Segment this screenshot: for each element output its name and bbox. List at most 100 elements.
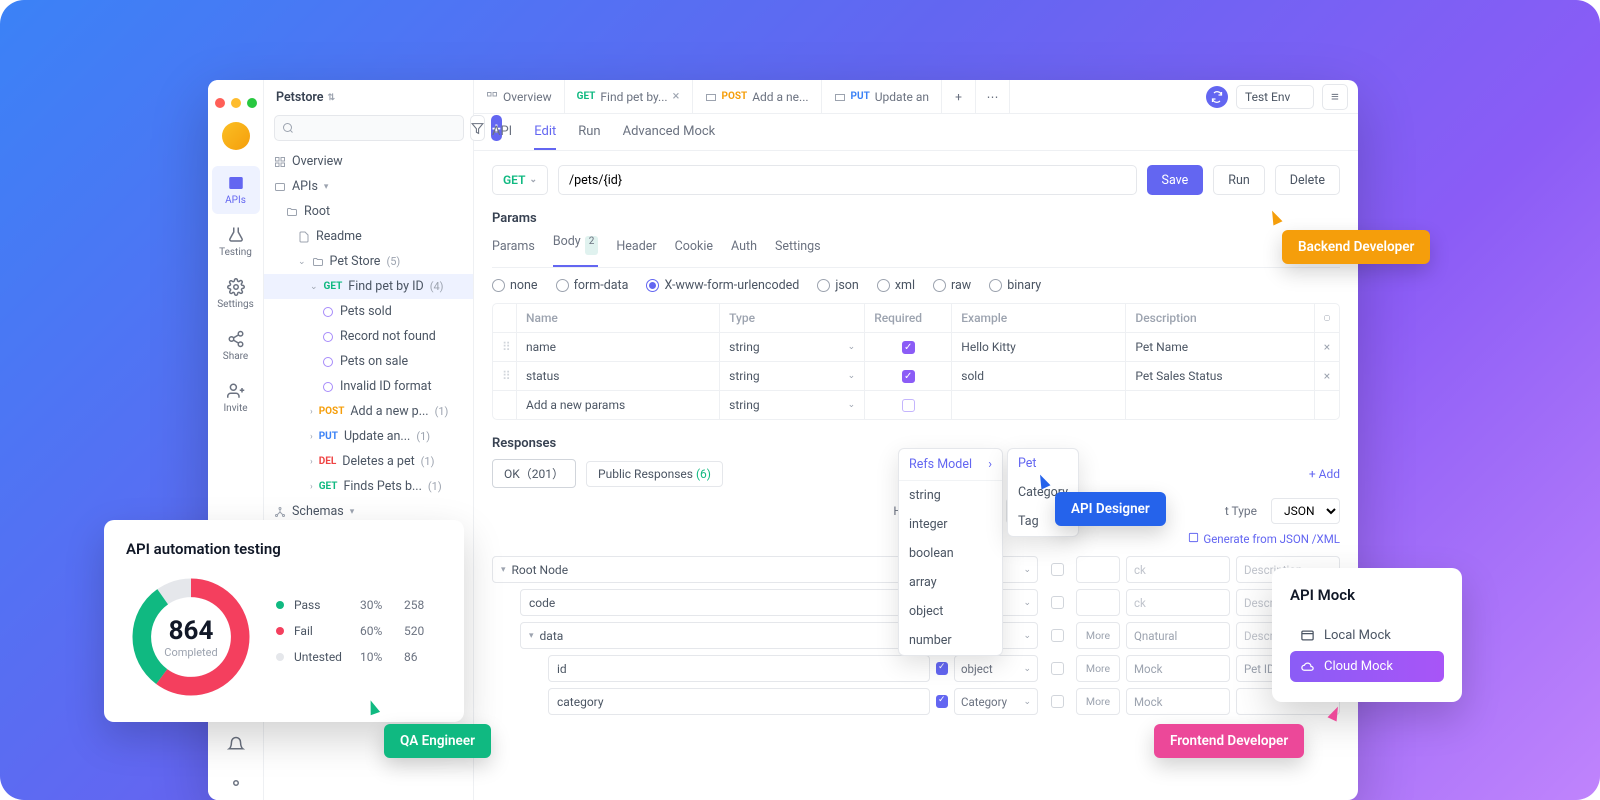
cell-name[interactable]: status <box>517 362 720 390</box>
cell-name[interactable]: name <box>517 333 720 361</box>
rail-testing[interactable]: Testing <box>212 218 260 266</box>
rail-settings[interactable]: Settings <box>212 270 260 318</box>
required-checkbox[interactable] <box>902 399 915 412</box>
type-option[interactable]: object <box>899 597 1002 626</box>
more-button[interactable]: More <box>1076 655 1120 682</box>
type-select[interactable]: Category⌄ <box>954 688 1038 715</box>
cell-example[interactable]: Hello Kitty <box>952 333 1126 361</box>
close-icon[interactable]: × <box>673 89 680 104</box>
nullable-checkbox[interactable] <box>1051 629 1064 642</box>
tree-apis[interactable]: APIs▾ <box>264 174 473 199</box>
drag-handle[interactable]: ⠿ <box>493 333 517 361</box>
subnav-edit[interactable]: Edit <box>534 124 556 150</box>
radio-form[interactable]: form-data <box>556 278 629 293</box>
close-icon[interactable] <box>215 98 225 108</box>
ptab-header[interactable]: Header <box>616 234 656 267</box>
more-button[interactable]: More <box>1076 622 1120 649</box>
radio-raw[interactable]: raw <box>933 278 971 293</box>
tree-item[interactable]: Pets on sale <box>264 349 473 374</box>
ptab-settings[interactable]: Settings <box>775 234 821 267</box>
required-checkbox[interactable] <box>936 695 948 708</box>
tree-item[interactable]: Record not found <box>264 324 473 349</box>
nullable-checkbox[interactable] <box>1051 662 1064 675</box>
more-tabs-button[interactable]: ⋯ <box>976 80 1010 113</box>
type-select[interactable]: object⌄ <box>954 655 1038 682</box>
remove-row[interactable]: × <box>1315 333 1339 361</box>
schema-name[interactable]: id <box>548 655 930 682</box>
mock-input[interactable]: ck <box>1126 589 1230 616</box>
rail-notifications[interactable] <box>212 728 260 762</box>
ptab-body[interactable]: Body2 <box>553 234 599 267</box>
required-checkbox[interactable] <box>936 662 948 675</box>
response-tab-ok[interactable]: OK（201） <box>492 459 576 488</box>
cell-example[interactable]: sold <box>952 362 1126 390</box>
add-param-input[interactable]: Add a new params <box>517 391 720 419</box>
cell-type[interactable]: string⌄ <box>720 362 865 390</box>
mock-input[interactable]: Mock <box>1126 688 1230 715</box>
run-button[interactable]: Run <box>1213 165 1265 195</box>
ptab-cookie[interactable]: Cookie <box>675 234 713 267</box>
rail-prefs[interactable] <box>212 766 260 800</box>
response-tab-public[interactable]: Public Responses (6) <box>586 461 723 487</box>
rail-share[interactable]: Share <box>212 322 260 370</box>
mock-cloud[interactable]: Cloud Mock <box>1290 651 1444 682</box>
type-option[interactable]: integer <box>899 510 1002 539</box>
method-selector[interactable]: GET⌄ <box>492 165 548 195</box>
nullable-checkbox[interactable] <box>1051 695 1064 708</box>
delete-button[interactable]: Delete <box>1275 165 1340 195</box>
radio-xml[interactable]: xml <box>877 278 915 293</box>
refs-model-header[interactable]: Refs Model› <box>899 449 1002 481</box>
tree-root[interactable]: Root <box>264 199 473 224</box>
schema-name[interactable]: ▾data🔍 <box>520 622 930 649</box>
sync-icon[interactable] <box>1206 86 1228 108</box>
tree-petstore[interactable]: ⌄Pet Store(5) <box>264 249 473 274</box>
radio-xwww[interactable]: X-www-form-urlencoded <box>646 278 799 293</box>
project-selector[interactable]: Petstore ⇅ <box>264 80 473 115</box>
tree-addnew[interactable]: ›POSTAdd a new p...(1) <box>264 399 473 424</box>
add-response[interactable]: + Add <box>1309 467 1340 481</box>
tab-overview[interactable]: Overview <box>474 80 565 113</box>
avatar[interactable] <box>222 122 250 150</box>
content-type-select[interactable]: JSON <box>1271 498 1340 524</box>
rail-invite[interactable]: Invite <box>212 374 260 422</box>
mock-input[interactable]: ck <box>1126 556 1230 583</box>
tree-delete[interactable]: ›DELDeletes a pet(1) <box>264 449 473 474</box>
tab-update[interactable]: PUTUpdate an <box>822 80 942 113</box>
minimize-icon[interactable] <box>231 98 241 108</box>
mock-local[interactable]: Local Mock <box>1290 620 1444 651</box>
cell-type[interactable]: string⌄ <box>720 391 865 419</box>
maximize-icon[interactable] <box>247 98 257 108</box>
radio-binary[interactable]: binary <box>989 278 1041 293</box>
schema-name[interactable]: category <box>548 688 930 715</box>
tab-findpet[interactable]: GETFind pet by...× <box>565 80 693 113</box>
required-checkbox[interactable]: ✓ <box>902 370 915 383</box>
ptab-auth[interactable]: Auth <box>731 234 757 267</box>
cell-type[interactable]: string⌄ <box>720 333 865 361</box>
tree-item[interactable]: Pets sold <box>264 299 473 324</box>
nullable-checkbox[interactable] <box>1051 596 1064 609</box>
type-option[interactable]: boolean <box>899 539 1002 568</box>
radio-json[interactable]: json <box>817 278 858 293</box>
nullable-checkbox[interactable] <box>1051 563 1064 576</box>
type-option[interactable]: string <box>899 481 1002 510</box>
new-tab-button[interactable]: + <box>942 80 976 113</box>
subnav-api[interactable]: API <box>492 124 512 150</box>
mock-input[interactable]: Mock <box>1126 655 1230 682</box>
type-option[interactable]: number <box>899 626 1002 655</box>
more-button[interactable] <box>1076 589 1120 616</box>
env-selector[interactable]: Test Env <box>1236 85 1314 109</box>
search-input[interactable] <box>274 115 464 141</box>
radio-none[interactable]: none <box>492 278 538 293</box>
cell-desc[interactable]: Pet Name <box>1126 333 1315 361</box>
more-button[interactable] <box>1076 556 1120 583</box>
tree-update[interactable]: ›PUTUpdate an...(1) <box>264 424 473 449</box>
tree-findpet[interactable]: ⌄GETFind pet by ID(4) <box>264 274 473 299</box>
mock-input[interactable]: Qnatural <box>1126 622 1230 649</box>
ptab-params[interactable]: Params <box>492 234 535 267</box>
tree-item[interactable]: Invalid ID format <box>264 374 473 399</box>
required-checkbox[interactable]: ✓ <box>902 341 915 354</box>
expand-icon[interactable] <box>1324 312 1330 324</box>
tab-addpet[interactable]: POSTAdd a ne... <box>693 80 822 113</box>
menu-button[interactable]: ≡ <box>1322 84 1348 110</box>
subnav-run[interactable]: Run <box>578 124 600 150</box>
